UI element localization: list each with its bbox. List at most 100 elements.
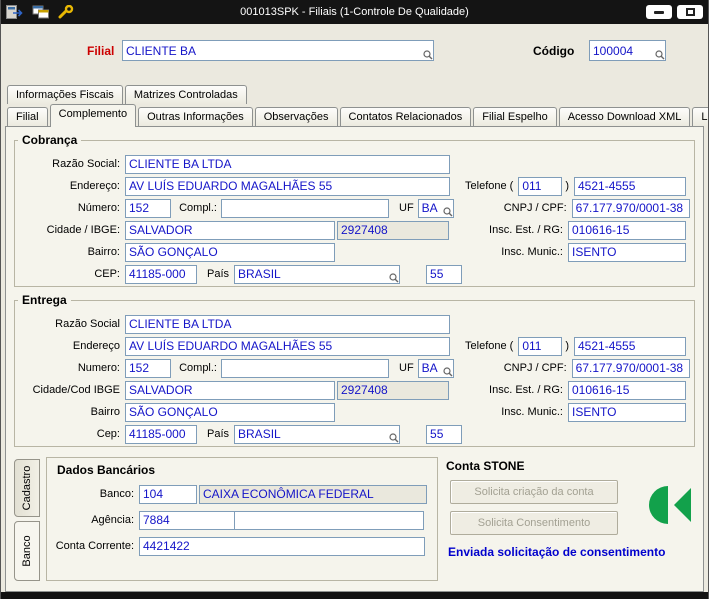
cobranca-cidade-label: Cidade / IBGE: bbox=[46, 224, 120, 236]
tab-informacoes-fiscais[interactable]: Informações Fiscais bbox=[7, 85, 123, 104]
entrega-insc-est-input[interactable] bbox=[568, 380, 686, 400]
tab-outras-informacoes[interactable]: Outras Informações bbox=[138, 107, 253, 126]
consent-status-text: Enviada solicitação de consentimento bbox=[448, 545, 666, 559]
entrega-telefone-ddd-input[interactable] bbox=[518, 336, 563, 356]
banco-label: Banco: bbox=[99, 488, 134, 500]
wrench-icon[interactable] bbox=[58, 5, 74, 19]
entrega-telefone-close-paren: ) bbox=[565, 340, 569, 352]
titlebar: 001013SPK - Filiais (1-Controle De Quali… bbox=[1, 0, 708, 24]
cobranca-cidade-input[interactable] bbox=[125, 220, 335, 240]
tab-filial[interactable]: Filial bbox=[7, 107, 48, 126]
side-tab-cadastro[interactable]: Cadastro bbox=[14, 459, 40, 517]
entrega-title: Entrega bbox=[18, 293, 71, 307]
tab-acesso-download-xml[interactable]: Acesso Download XML bbox=[558, 107, 691, 126]
solicita-consentimento-button[interactable]: Solicita Consentimento bbox=[450, 511, 618, 535]
cobranca-ibge-input bbox=[337, 220, 449, 240]
codigo-field bbox=[589, 40, 666, 61]
entrega-cep-input[interactable] bbox=[125, 424, 197, 444]
entrega-uf-label: UF bbox=[399, 362, 414, 374]
conta-corrente-input[interactable] bbox=[139, 536, 425, 556]
cobranca-telefone-ddd-input[interactable] bbox=[518, 176, 563, 196]
solicita-criacao-conta-button[interactable]: Solicita criação da conta bbox=[450, 480, 618, 504]
cobranca-group: Cobrança Razão Social: Endereço: Telefon… bbox=[14, 133, 695, 287]
app-window: 001013SPK - Filiais (1-Controle De Quali… bbox=[0, 0, 709, 599]
codigo-label: Código bbox=[533, 44, 575, 58]
cobranca-cep-input[interactable] bbox=[125, 264, 197, 284]
entrega-pais-label: País bbox=[207, 428, 230, 440]
entrega-bairro-label: Bairro bbox=[90, 406, 120, 418]
cobranca-insc-mun-input[interactable] bbox=[568, 242, 686, 262]
entrega-telefone-label: Telefone ( bbox=[465, 340, 514, 352]
maximize-button[interactable] bbox=[677, 5, 703, 19]
record-header: Filial Código bbox=[1, 24, 708, 82]
entrega-cnpj-label: CNPJ / CPF: bbox=[503, 362, 567, 374]
cobranca-razao-social-input[interactable] bbox=[125, 154, 450, 174]
conta-stone-section: Conta STONE Solicita criação da conta So… bbox=[444, 457, 699, 585]
entrega-insc-mun-input[interactable] bbox=[568, 402, 686, 422]
conta-stone-title: Conta STONE bbox=[446, 459, 525, 473]
cobranca-bairro-input[interactable] bbox=[125, 242, 335, 262]
entrega-numero-label: Numero: bbox=[77, 362, 120, 374]
filial-field bbox=[122, 40, 434, 61]
entrega-endereco-input[interactable] bbox=[125, 336, 450, 356]
cascade-windows-icon[interactable] bbox=[32, 5, 50, 19]
cobranca-insc-est-input[interactable] bbox=[568, 220, 686, 240]
filial-lookup-icon[interactable] bbox=[423, 50, 433, 60]
cobranca-endereco-input[interactable] bbox=[125, 176, 450, 196]
entrega-cidade-label: Cidade/Cod IBGE bbox=[32, 384, 120, 396]
window-controls bbox=[646, 5, 703, 19]
cobranca-telefone-numero-input[interactable] bbox=[574, 176, 686, 196]
agencia-input[interactable] bbox=[139, 510, 235, 530]
tab-matrizes-controladas[interactable]: Matrizes Controladas bbox=[124, 85, 247, 104]
cobranca-uf-lookup-icon[interactable] bbox=[443, 206, 453, 217]
cobranca-telefone-close-paren: ) bbox=[565, 180, 569, 192]
tab-filial-espelho[interactable]: Filial Espelho bbox=[473, 107, 557, 126]
cobranca-bairro-label: Bairro: bbox=[87, 246, 120, 258]
cobranca-razao-social-label: Razão Social: bbox=[52, 158, 120, 170]
cobranca-pais-label: País bbox=[207, 268, 230, 280]
codigo-lookup-icon[interactable] bbox=[655, 50, 665, 60]
entrega-cidade-input[interactable] bbox=[125, 380, 335, 400]
dados-bancarios-title: Dados Bancários bbox=[57, 463, 156, 477]
tab-observacoes[interactable]: Observações bbox=[254, 107, 338, 126]
side-tab-banco-label: Banco bbox=[21, 535, 33, 567]
titlebar-icons bbox=[6, 5, 74, 19]
entrega-ibge-input bbox=[337, 380, 449, 400]
window-title: 001013SPK - Filiais (1-Controle De Quali… bbox=[240, 6, 469, 18]
cobranca-pais-lookup-icon[interactable] bbox=[389, 272, 399, 283]
minimize-button[interactable] bbox=[646, 5, 672, 19]
cobranca-pais-input[interactable] bbox=[234, 264, 401, 284]
entrega-telefone-numero-input[interactable] bbox=[574, 336, 686, 356]
entrega-numero-input[interactable] bbox=[125, 358, 171, 378]
tabs-row-2: Filial Complemento Outras Informações Ob… bbox=[1, 104, 708, 127]
cobranca-compl-label: Compl.: bbox=[179, 202, 217, 214]
entrega-bairro-input[interactable] bbox=[125, 402, 335, 422]
entrega-compl-input[interactable] bbox=[221, 358, 389, 378]
cobranca-uf-label: UF bbox=[399, 202, 414, 214]
entrega-cnpj-input[interactable] bbox=[571, 358, 690, 378]
tab-complemento[interactable]: Complemento bbox=[49, 104, 137, 127]
dados-bancarios-group: Dados Bancários Banco: Agência: Conta Co… bbox=[46, 457, 438, 581]
cobranca-cnpj-input[interactable] bbox=[571, 198, 690, 218]
entrega-pais-lookup-icon[interactable] bbox=[389, 432, 399, 443]
cobranca-telefone-label: Telefone ( bbox=[465, 180, 514, 192]
exit-icon[interactable] bbox=[6, 5, 24, 19]
entrega-uf-lookup-icon[interactable] bbox=[443, 366, 453, 377]
banco-nome-input bbox=[199, 484, 427, 504]
cobranca-numero-input[interactable] bbox=[125, 198, 171, 218]
banco-codigo-input[interactable] bbox=[139, 484, 197, 504]
filial-input[interactable] bbox=[122, 40, 434, 61]
entrega-razao-social-label: Razão Social bbox=[55, 318, 120, 330]
cobranca-compl-input[interactable] bbox=[221, 198, 389, 218]
entrega-razao-social-input[interactable] bbox=[125, 314, 450, 334]
cobranca-pais-codigo-input[interactable] bbox=[426, 264, 463, 284]
window-bottom-edge bbox=[1, 592, 708, 599]
entrega-pais-codigo-input[interactable] bbox=[426, 424, 463, 444]
agencia-extra-input[interactable] bbox=[234, 510, 424, 530]
tab-log[interactable]: Log bbox=[692, 107, 708, 126]
entrega-endereco-label: Endereço bbox=[72, 340, 120, 352]
side-tab-banco[interactable]: Banco bbox=[14, 521, 40, 581]
entrega-pais-input[interactable] bbox=[234, 424, 401, 444]
cobranca-numero-label: Número: bbox=[77, 202, 120, 214]
tab-contatos-relacionados[interactable]: Contatos Relacionados bbox=[339, 107, 472, 126]
